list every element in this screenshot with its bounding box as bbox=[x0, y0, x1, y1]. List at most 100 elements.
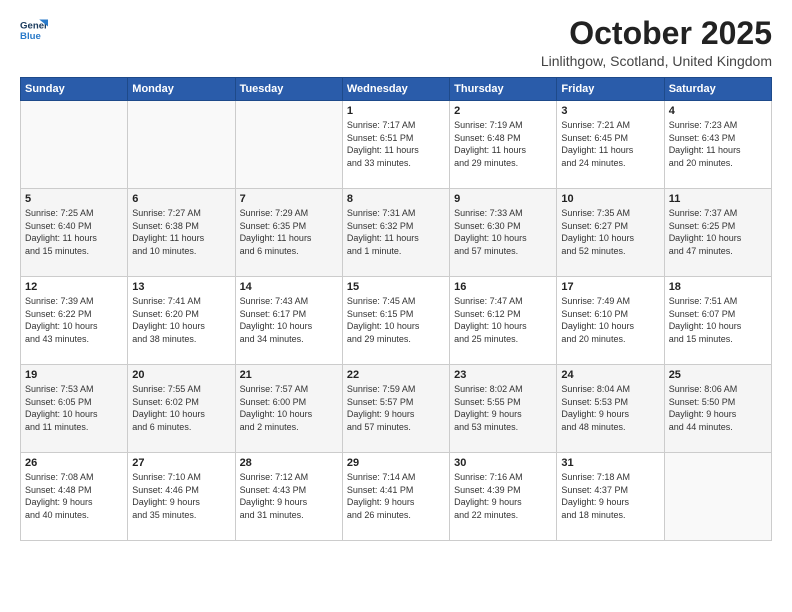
day-cell: 25 Sunrise: 8:06 AM Sunset: 5:50 PM Dayli… bbox=[664, 365, 771, 453]
day-cell: 11 Sunrise: 7:37 AM Sunset: 6:25 PM Dayli… bbox=[664, 189, 771, 277]
day-cell: 28 Sunrise: 7:12 AM Sunset: 4:43 PM Dayli… bbox=[235, 453, 342, 541]
header-tuesday: Tuesday bbox=[235, 78, 342, 101]
day-cell: 15 Sunrise: 7:45 AM Sunset: 6:15 PM Dayli… bbox=[342, 277, 449, 365]
day-cell: 22 Sunrise: 7:59 AM Sunset: 5:57 PM Dayli… bbox=[342, 365, 449, 453]
day-number: 3 bbox=[561, 105, 659, 117]
day-detail: Sunrise: 7:27 AM Sunset: 6:38 PM Dayligh… bbox=[132, 207, 230, 257]
day-number: 25 bbox=[669, 369, 767, 381]
day-detail: Sunrise: 7:53 AM Sunset: 6:05 PM Dayligh… bbox=[25, 383, 123, 433]
day-cell: 4 Sunrise: 7:23 AM Sunset: 6:43 PM Daylig… bbox=[664, 101, 771, 189]
page: General Blue October 2025 Linlithgow, Sc… bbox=[0, 0, 792, 612]
day-number: 20 bbox=[132, 369, 230, 381]
day-cell: 26Sunrise: 7:08 AM Sunset: 4:48 PM Dayli… bbox=[21, 453, 128, 541]
day-detail: Sunrise: 7:14 AM Sunset: 4:41 PM Dayligh… bbox=[347, 471, 445, 521]
day-number: 1 bbox=[347, 105, 445, 117]
day-number: 12 bbox=[25, 281, 123, 293]
day-cell: 20 Sunrise: 7:55 AM Sunset: 6:02 PM Dayli… bbox=[128, 365, 235, 453]
day-detail: Sunrise: 7:08 AM Sunset: 4:48 PM Dayligh… bbox=[25, 471, 123, 521]
day-cell: 3 Sunrise: 7:21 AM Sunset: 6:45 PM Daylig… bbox=[557, 101, 664, 189]
header-row: Sunday Monday Tuesday Wednesday Thursday… bbox=[21, 78, 772, 101]
day-cell bbox=[21, 101, 128, 189]
day-detail: Sunrise: 7:21 AM Sunset: 6:45 PM Dayligh… bbox=[561, 119, 659, 169]
day-cell: 30 Sunrise: 7:16 AM Sunset: 4:39 PM Dayli… bbox=[450, 453, 557, 541]
day-cell: 13Sunrise: 7:41 AM Sunset: 6:20 PM Dayli… bbox=[128, 277, 235, 365]
day-number: 16 bbox=[454, 281, 552, 293]
day-number: 11 bbox=[669, 193, 767, 205]
day-detail: Sunrise: 7:23 AM Sunset: 6:43 PM Dayligh… bbox=[669, 119, 767, 169]
header-friday: Friday bbox=[557, 78, 664, 101]
day-detail: Sunrise: 7:51 AM Sunset: 6:07 PM Dayligh… bbox=[669, 295, 767, 345]
logo-icon: General Blue bbox=[20, 16, 48, 44]
day-detail: Sunrise: 7:12 AM Sunset: 4:43 PM Dayligh… bbox=[240, 471, 338, 521]
day-detail: Sunrise: 8:04 AM Sunset: 5:53 PM Dayligh… bbox=[561, 383, 659, 433]
day-detail: Sunrise: 7:29 AM Sunset: 6:35 PM Dayligh… bbox=[240, 207, 338, 257]
day-detail: Sunrise: 7:41 AM Sunset: 6:20 PM Dayligh… bbox=[132, 295, 230, 345]
svg-text:Blue: Blue bbox=[20, 31, 41, 42]
week-row-2: 12 Sunrise: 7:39 AM Sunset: 6:22 PM Dayli… bbox=[21, 277, 772, 365]
day-number: 30 bbox=[454, 457, 552, 469]
day-cell: 18 Sunrise: 7:51 AM Sunset: 6:07 PM Dayli… bbox=[664, 277, 771, 365]
day-detail: Sunrise: 7:59 AM Sunset: 5:57 PM Dayligh… bbox=[347, 383, 445, 433]
day-detail: Sunrise: 7:17 AM Sunset: 6:51 PM Dayligh… bbox=[347, 119, 445, 169]
day-cell: 19 Sunrise: 7:53 AM Sunset: 6:05 PM Dayli… bbox=[21, 365, 128, 453]
header-thursday: Thursday bbox=[450, 78, 557, 101]
day-detail: Sunrise: 8:02 AM Sunset: 5:55 PM Dayligh… bbox=[454, 383, 552, 433]
day-number: 24 bbox=[561, 369, 659, 381]
day-detail: Sunrise: 7:18 AM Sunset: 4:37 PM Dayligh… bbox=[561, 471, 659, 521]
day-number: 21 bbox=[240, 369, 338, 381]
day-number: 15 bbox=[347, 281, 445, 293]
day-detail: Sunrise: 8:06 AM Sunset: 5:50 PM Dayligh… bbox=[669, 383, 767, 433]
day-detail: Sunrise: 7:35 AM Sunset: 6:27 PM Dayligh… bbox=[561, 207, 659, 257]
day-detail: Sunrise: 7:55 AM Sunset: 6:02 PM Dayligh… bbox=[132, 383, 230, 433]
day-cell: 8 Sunrise: 7:31 AM Sunset: 6:32 PM Daylig… bbox=[342, 189, 449, 277]
day-detail: Sunrise: 7:33 AM Sunset: 6:30 PM Dayligh… bbox=[454, 207, 552, 257]
day-number: 18 bbox=[669, 281, 767, 293]
day-number: 19 bbox=[25, 369, 123, 381]
week-row-1: 5Sunrise: 7:25 AM Sunset: 6:40 PM Daylig… bbox=[21, 189, 772, 277]
day-cell: 10Sunrise: 7:35 AM Sunset: 6:27 PM Dayli… bbox=[557, 189, 664, 277]
day-detail: Sunrise: 7:45 AM Sunset: 6:15 PM Dayligh… bbox=[347, 295, 445, 345]
day-detail: Sunrise: 7:25 AM Sunset: 6:40 PM Dayligh… bbox=[25, 207, 123, 257]
day-detail: Sunrise: 7:10 AM Sunset: 4:46 PM Dayligh… bbox=[132, 471, 230, 521]
day-number: 22 bbox=[347, 369, 445, 381]
day-cell: 12 Sunrise: 7:39 AM Sunset: 6:22 PM Dayli… bbox=[21, 277, 128, 365]
day-number: 17 bbox=[561, 281, 659, 293]
logo: General Blue bbox=[20, 16, 48, 44]
day-cell: 1 Sunrise: 7:17 AM Sunset: 6:51 PM Daylig… bbox=[342, 101, 449, 189]
week-row-0: 1 Sunrise: 7:17 AM Sunset: 6:51 PM Daylig… bbox=[21, 101, 772, 189]
day-detail: Sunrise: 7:31 AM Sunset: 6:32 PM Dayligh… bbox=[347, 207, 445, 257]
header-saturday: Saturday bbox=[664, 78, 771, 101]
day-number: 4 bbox=[669, 105, 767, 117]
day-number: 14 bbox=[240, 281, 338, 293]
day-cell: 7Sunrise: 7:29 AM Sunset: 6:35 PM Daylig… bbox=[235, 189, 342, 277]
week-row-3: 19 Sunrise: 7:53 AM Sunset: 6:05 PM Dayli… bbox=[21, 365, 772, 453]
day-number: 29 bbox=[347, 457, 445, 469]
day-cell: 27Sunrise: 7:10 AM Sunset: 4:46 PM Dayli… bbox=[128, 453, 235, 541]
day-detail: Sunrise: 7:39 AM Sunset: 6:22 PM Dayligh… bbox=[25, 295, 123, 345]
title-block: October 2025 Linlithgow, Scotland, Unite… bbox=[541, 16, 772, 69]
day-detail: Sunrise: 7:19 AM Sunset: 6:48 PM Dayligh… bbox=[454, 119, 552, 169]
day-cell bbox=[664, 453, 771, 541]
day-cell: 16Sunrise: 7:47 AM Sunset: 6:12 PM Dayli… bbox=[450, 277, 557, 365]
week-row-4: 26Sunrise: 7:08 AM Sunset: 4:48 PM Dayli… bbox=[21, 453, 772, 541]
day-cell: 29 Sunrise: 7:14 AM Sunset: 4:41 PM Dayli… bbox=[342, 453, 449, 541]
day-cell: 21Sunrise: 7:57 AM Sunset: 6:00 PM Dayli… bbox=[235, 365, 342, 453]
day-cell: 31 Sunrise: 7:18 AM Sunset: 4:37 PM Dayli… bbox=[557, 453, 664, 541]
day-cell: 9Sunrise: 7:33 AM Sunset: 6:30 PM Daylig… bbox=[450, 189, 557, 277]
day-detail: Sunrise: 7:43 AM Sunset: 6:17 PM Dayligh… bbox=[240, 295, 338, 345]
day-cell: 17Sunrise: 7:49 AM Sunset: 6:10 PM Dayli… bbox=[557, 277, 664, 365]
day-number: 31 bbox=[561, 457, 659, 469]
day-detail: Sunrise: 7:16 AM Sunset: 4:39 PM Dayligh… bbox=[454, 471, 552, 521]
day-number: 28 bbox=[240, 457, 338, 469]
header: General Blue October 2025 Linlithgow, Sc… bbox=[20, 16, 772, 69]
day-number: 8 bbox=[347, 193, 445, 205]
day-cell: 6 Sunrise: 7:27 AM Sunset: 6:38 PM Daylig… bbox=[128, 189, 235, 277]
day-number: 6 bbox=[132, 193, 230, 205]
header-sunday: Sunday bbox=[21, 78, 128, 101]
day-detail: Sunrise: 7:37 AM Sunset: 6:25 PM Dayligh… bbox=[669, 207, 767, 257]
day-number: 2 bbox=[454, 105, 552, 117]
day-cell: 5Sunrise: 7:25 AM Sunset: 6:40 PM Daylig… bbox=[21, 189, 128, 277]
day-cell: 24 Sunrise: 8:04 AM Sunset: 5:53 PM Dayli… bbox=[557, 365, 664, 453]
location: Linlithgow, Scotland, United Kingdom bbox=[541, 53, 772, 69]
header-monday: Monday bbox=[128, 78, 235, 101]
